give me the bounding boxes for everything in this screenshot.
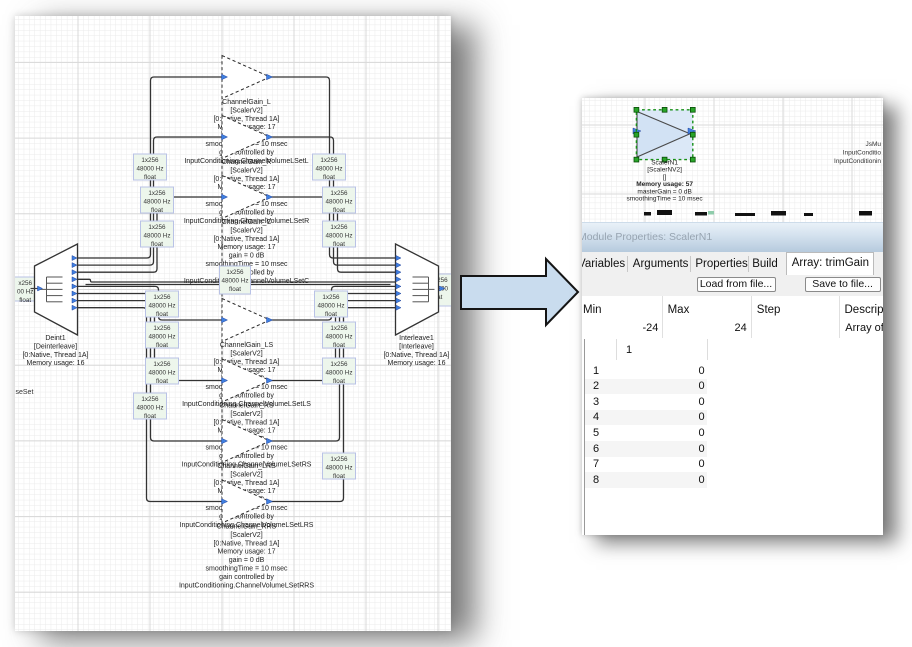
- svg-text:ChannelGain_C: ChannelGain_C: [221, 219, 271, 226]
- svg-text:Memory usage: 17: Memory usage: 17: [217, 244, 275, 251]
- svg-text:[Interleave]: [Interleave]: [399, 343, 434, 350]
- svg-text:ChannelGain_R: ChannelGain_R: [221, 159, 271, 166]
- svg-text:[ScalerV2]: [ScalerV2]: [230, 167, 262, 174]
- svg-text:float: float: [333, 241, 345, 248]
- svg-text:1x256: 1x256: [141, 396, 159, 403]
- svg-text:48000 Hz: 48000 Hz: [143, 232, 170, 239]
- svg-text:masterGain = 0 dB: masterGain = 0 dB: [637, 188, 691, 195]
- svg-text:[ScalerV2]: [ScalerV2]: [230, 350, 262, 357]
- svg-text:gain = 0 dB: gain = 0 dB: [228, 557, 264, 564]
- svg-text:48000 Hz: 48000 Hz: [136, 165, 163, 172]
- svg-text:float: float: [156, 342, 168, 349]
- svg-text:1x256: 1x256: [153, 294, 171, 301]
- svg-text:float: float: [151, 207, 163, 214]
- svg-text:seSet: seSet: [15, 389, 33, 396]
- svg-text:1x256: 1x256: [330, 325, 348, 332]
- svg-text:float: float: [333, 207, 345, 214]
- svg-text:InputConditio: InputConditio: [843, 150, 882, 157]
- svg-text:[ScalerV2]: [ScalerV2]: [230, 411, 262, 418]
- svg-text:[ScalerV2]: [ScalerV2]: [230, 532, 262, 539]
- svg-text:[0:Native, Thread 1A]: [0:Native, Thread 1A]: [213, 540, 279, 547]
- svg-text:ChannelGain_LS: ChannelGain_LS: [219, 342, 273, 349]
- svg-text:1x256: 1x256: [153, 361, 171, 368]
- svg-text:float: float: [144, 413, 156, 420]
- svg-text:48000 Hz: 48000 Hz: [325, 333, 352, 340]
- svg-text:smoothingTime = 10 msec: smoothingTime = 10 msec: [627, 196, 704, 203]
- svg-text:48000 Hz: 48000 Hz: [325, 232, 352, 239]
- svg-text:x256: x256: [18, 280, 32, 287]
- svg-text:float: float: [144, 174, 156, 181]
- svg-text:48000 Hz: 48000 Hz: [325, 464, 352, 471]
- svg-text:48000 Hz: 48000 Hz: [315, 165, 342, 172]
- svg-text:float: float: [229, 286, 241, 293]
- svg-text:InputConditionin: InputConditionin: [834, 158, 881, 165]
- svg-text:smoothingTime = 10 msec: smoothingTime = 10 msec: [205, 566, 288, 573]
- svg-text:48000 Hz: 48000 Hz: [221, 277, 248, 284]
- svg-text:float: float: [151, 241, 163, 248]
- svg-text:[ScalerV2]: [ScalerV2]: [230, 107, 262, 114]
- svg-text:[0:Native, Thread 1A]: [0:Native, Thread 1A]: [213, 236, 279, 243]
- svg-text:[ScalerV2]: [ScalerV2]: [230, 227, 262, 234]
- svg-text:float: float: [333, 342, 345, 349]
- svg-text:48000 Hz: 48000 Hz: [325, 198, 352, 205]
- svg-text:ChannelGain_LRS: ChannelGain_LRS: [217, 463, 276, 470]
- svg-text:JsMu: JsMu: [865, 141, 881, 148]
- svg-text:1x256: 1x256: [330, 456, 348, 463]
- svg-text:1x256: 1x256: [322, 294, 340, 301]
- svg-text:1x256: 1x256: [330, 361, 348, 368]
- svg-text:ChannelGain_RS: ChannelGain_RS: [219, 403, 274, 410]
- svg-text:48000 Hz: 48000 Hz: [148, 369, 175, 376]
- svg-text:48000 Hz: 48000 Hz: [136, 404, 163, 411]
- svg-text:1x256: 1x256: [148, 224, 166, 231]
- svg-text:gain = 0 dB: gain = 0 dB: [228, 253, 264, 260]
- svg-text:Memory usage: 16: Memory usage: 16: [26, 360, 84, 367]
- svg-text:float: float: [333, 378, 345, 385]
- svg-text:Memory usage: 16: Memory usage: 16: [387, 360, 445, 367]
- svg-text:48000 Hz: 48000 Hz: [317, 302, 344, 309]
- svg-text:Memory usage: 17: Memory usage: 17: [217, 549, 275, 556]
- svg-text:1x256: 1x256: [320, 157, 338, 164]
- svg-text:ScalerN1: ScalerN1: [651, 160, 678, 167]
- svg-text:float: float: [156, 378, 168, 385]
- svg-text:float: float: [333, 473, 345, 480]
- svg-text:[ScalerV2]: [ScalerV2]: [230, 471, 262, 478]
- svg-text:1x256: 1x256: [153, 325, 171, 332]
- svg-text:[0:Native, Thread 1A]: [0:Native, Thread 1A]: [383, 352, 449, 359]
- svg-text:48000 Hz: 48000 Hz: [143, 198, 170, 205]
- svg-text:float: float: [325, 311, 337, 318]
- svg-text:[0:Native, Thread 1A]: [0:Native, Thread 1A]: [22, 352, 88, 359]
- svg-text:Deint1: Deint1: [45, 335, 65, 342]
- svg-text:48000 Hz: 48000 Hz: [325, 369, 352, 376]
- svg-text:float: float: [156, 311, 168, 318]
- svg-text:48000 Hz: 48000 Hz: [148, 333, 175, 340]
- svg-text:00 Hz: 00 Hz: [16, 288, 32, 295]
- svg-text:1x256: 1x256: [141, 157, 159, 164]
- svg-text:[]: []: [663, 174, 667, 181]
- svg-text:ChannelGain_RRS: ChannelGain_RRS: [216, 524, 276, 531]
- svg-text:float: float: [323, 174, 335, 181]
- svg-text:float: float: [19, 297, 31, 304]
- svg-text:1x256: 1x256: [148, 190, 166, 197]
- svg-text:InputConditioning.ChannelVolum: InputConditioning.ChannelVolumeLSetRRS: [178, 582, 313, 589]
- svg-text:Interleave1: Interleave1: [399, 335, 434, 342]
- svg-text:48000 Hz: 48000 Hz: [148, 302, 175, 309]
- svg-text:Memory usage: 57: Memory usage: 57: [636, 181, 693, 188]
- svg-text:[Deinterleave]: [Deinterleave]: [33, 343, 76, 350]
- svg-text:1x256: 1x256: [330, 190, 348, 197]
- svg-text:gain controlled by: gain controlled by: [219, 574, 274, 581]
- svg-text:1x256: 1x256: [330, 224, 348, 231]
- svg-text:1x256: 1x256: [226, 269, 244, 276]
- svg-text:ChannelGain_L: ChannelGain_L: [222, 99, 271, 106]
- svg-text:[ScalerNV2]: [ScalerNV2]: [647, 167, 682, 174]
